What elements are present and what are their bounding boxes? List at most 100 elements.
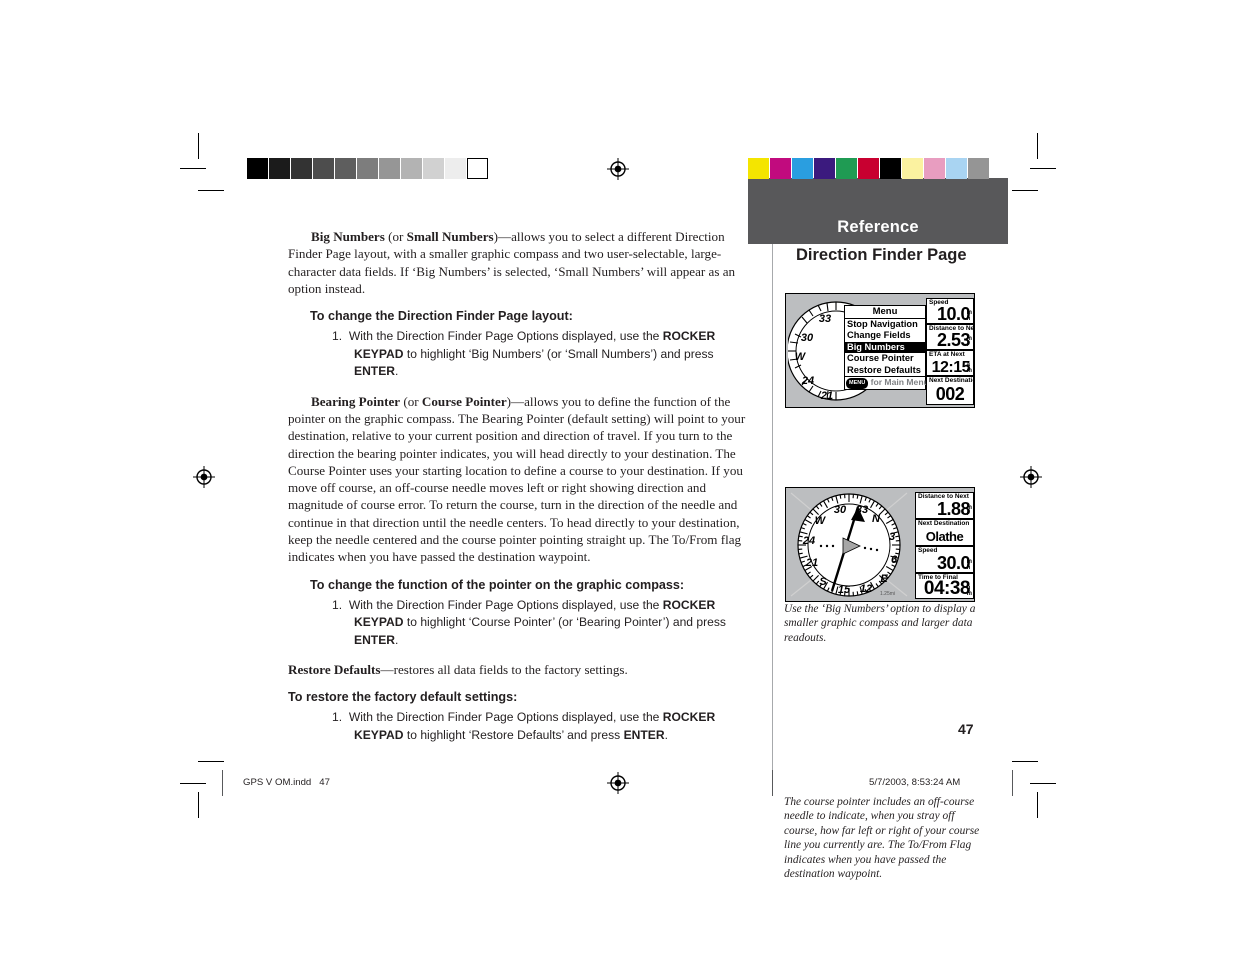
- crop-mark-bottom-left-h: [198, 761, 224, 762]
- figure-1-caption: Use the ‘Big Numbers’ option to display …: [784, 603, 976, 644]
- registration-mark-bottom-center: [607, 772, 629, 794]
- step-text-3: .: [395, 632, 399, 647]
- data-field: Distance to Next 2.53 m i: [926, 324, 974, 350]
- step-number: 1.: [332, 710, 343, 725]
- figure-big-numbers: 33 30 W 24 21 Menu Stop Navigation Change …: [785, 293, 975, 408]
- section-band: Reference: [748, 178, 1008, 244]
- paren-open: (or: [400, 393, 422, 409]
- gray-swatch-10: [467, 158, 488, 179]
- gps-menu-item[interactable]: Restore Defaults: [845, 365, 925, 376]
- steps-change-pointer: 1. With the Direction Finder Page Option…: [288, 597, 756, 650]
- figure-course-pointer: N 3 6 E 12 15 S 21 24 W 30 33 1.25mi Dis…: [785, 487, 975, 602]
- color-swatch-2: [792, 158, 813, 179]
- registration-mark-right-middle: [1020, 466, 1042, 488]
- compass-label: 30: [833, 504, 847, 516]
- gps-menu-item[interactable]: Stop Navigation: [845, 319, 925, 330]
- paragraph-bearing-pointer-text: —allows you to define the function of th…: [288, 393, 746, 565]
- crop-mark-bottom-left-h2: [180, 783, 206, 784]
- footer-rule-left: [222, 770, 223, 796]
- term-course-pointer: Course Pointer: [421, 393, 507, 409]
- gray-swatch-9: [445, 158, 466, 179]
- gray-swatch-6: [379, 158, 400, 179]
- step-text-1: With the Direction Finder Page Options d…: [348, 329, 663, 344]
- data-field-value: 2.53: [936, 330, 971, 350]
- footer-rule-mid: [772, 770, 773, 796]
- compass-label: N: [872, 513, 880, 525]
- steps-change-layout: 1. With the Direction Finder Page Option…: [288, 328, 756, 381]
- page-number: 47: [958, 721, 974, 737]
- color-swatch-10: [968, 158, 989, 179]
- gray-swatch-0: [247, 158, 268, 179]
- gps-menu-item[interactable]: Big Numbers: [845, 341, 925, 354]
- step-text-2: to highlight ‘Restore Defaults’ and pres…: [403, 727, 624, 742]
- data-field-value: 30.0: [936, 553, 971, 573]
- data-field-unit: m i: [966, 505, 972, 517]
- gps-screen-1: 33 30 W 24 21 Menu Stop Navigation Change …: [788, 296, 974, 405]
- paren-open: (or: [384, 229, 407, 244]
- paragraph-big-numbers: Big Numbers (or Small Numbers)—allows yo…: [288, 228, 756, 297]
- compass-scale-label: 1.25mi: [880, 591, 896, 597]
- color-calibration-bar: [748, 158, 990, 179]
- key-enter: ENTER: [623, 727, 665, 742]
- step-text-2: to highlight ‘Big Numbers’ (or ‘Small Nu…: [403, 346, 714, 361]
- compass-label: 33: [855, 504, 869, 516]
- gps-menu-item[interactable]: Change Fields: [845, 330, 925, 341]
- color-swatch-6: [880, 158, 901, 179]
- gps-screenshot-2: N 3 6 E 12 15 S 21 24 W 30 33 1.25mi Dis…: [785, 487, 975, 602]
- paragraph-restore-defaults: Restore Defaults—restores all data field…: [288, 661, 756, 678]
- crop-mark-bottom-right-v: [1037, 792, 1038, 818]
- data-field-value: 1.88: [936, 499, 971, 519]
- section-band-label: Reference: [837, 218, 919, 236]
- data-field-value: 002: [935, 384, 965, 404]
- gray-swatch-7: [401, 158, 422, 179]
- paragraph-bearing-pointer: Bearing Pointer (or Course Pointer)—allo…: [288, 393, 756, 566]
- gps-menu-title: Menu: [845, 306, 925, 319]
- compass-label: E: [880, 573, 888, 585]
- gps-screen-2: N 3 6 E 12 15 S 21 24 W 30 33 1.25mi Dis…: [788, 490, 974, 599]
- footer-rule-right: [1012, 770, 1013, 796]
- crop-mark-top-right-h: [1030, 168, 1056, 169]
- key-enter: ENTER: [354, 632, 395, 647]
- step-number: 1.: [332, 329, 343, 344]
- data-field-unit: h m: [966, 585, 972, 597]
- compass-label: 33: [818, 313, 832, 325]
- gray-swatch-2: [291, 158, 312, 179]
- crop-mark-top-right-v: [1037, 133, 1038, 159]
- compass-label: 6: [890, 554, 898, 566]
- term-restore-defaults: Restore Defaults: [288, 662, 381, 678]
- compass-label: W: [794, 351, 806, 363]
- data-field: Speed 30.0 m h: [915, 546, 974, 573]
- page-title: Direction Finder Page: [796, 246, 967, 264]
- compass-label: 15: [837, 584, 851, 596]
- color-swatch-9: [946, 158, 967, 179]
- footer-filename: GPS V OM.indd 47: [243, 777, 330, 788]
- crop-mark-bottom-right-h: [1012, 761, 1038, 762]
- crop-mark-top-right-inner: [1012, 190, 1038, 191]
- heading-change-layout: To change the Direction Finder Page layo…: [310, 309, 573, 324]
- steps-restore-defaults: 1. With the Direction Finder Page Option…: [288, 709, 756, 744]
- key-enter: ENTER: [354, 364, 395, 379]
- crop-mark-bottom-left-v: [198, 792, 199, 818]
- gray-swatch-3: [313, 158, 334, 179]
- compass-label: 24: [802, 535, 816, 547]
- color-swatch-7: [902, 158, 923, 179]
- heading-change-pointer: To change the function of the pointer on…: [310, 577, 685, 592]
- gray-swatch-5: [357, 158, 378, 179]
- main-text-column: Big Numbers (or Small Numbers)—allows yo…: [288, 228, 756, 756]
- gray-swatch-4: [335, 158, 356, 179]
- gps-menu-item[interactable]: Course Pointer: [845, 353, 925, 364]
- data-field-value: 04:38: [923, 578, 971, 599]
- step-item: 1. With the Direction Finder Page Option…: [310, 328, 756, 381]
- compass-label: 3: [888, 531, 896, 543]
- color-swatch-5: [858, 158, 879, 179]
- term-bearing-pointer: Bearing Pointer: [311, 393, 401, 409]
- gps-menu-popup[interactable]: Menu Stop Navigation Change Fields Big Numb…: [844, 305, 929, 391]
- gray-swatch-1: [269, 158, 290, 179]
- data-field-unit: a m: [966, 362, 972, 374]
- gps-screenshot-1: 33 30 W 24 21 Menu Stop Navigation Change …: [785, 293, 975, 408]
- registration-mark-left-middle: [193, 466, 215, 488]
- step-number: 1.: [332, 597, 343, 612]
- data-field-unit: m i: [966, 336, 972, 348]
- data-field-unit: m h: [966, 559, 972, 571]
- term-big-numbers: Big Numbers: [311, 229, 385, 244]
